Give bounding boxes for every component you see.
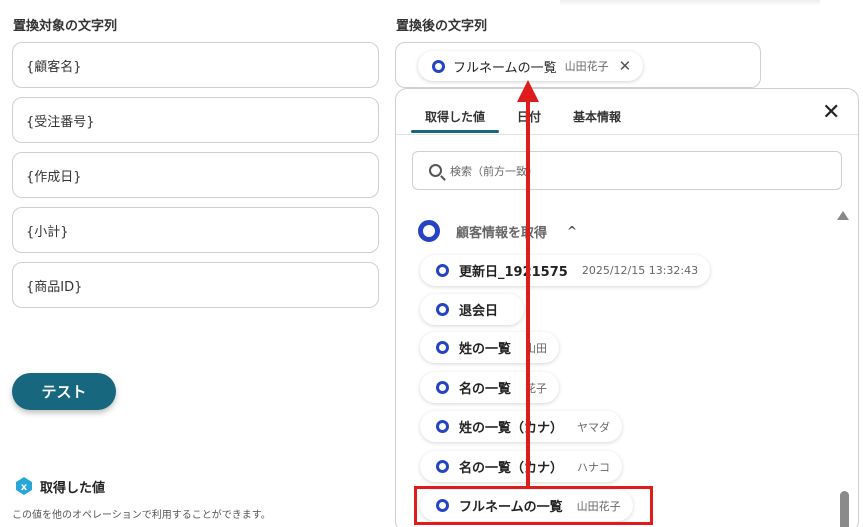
target-field-5[interactable]: {商品ID}: [12, 262, 379, 308]
replacement-field[interactable]: フルネームの一覧 山田花子 ✕: [395, 42, 761, 88]
search-input[interactable]: 検索（前方一致）: [412, 151, 842, 190]
annotation-arrow-shaft: [526, 96, 530, 488]
list-item[interactable]: 退会日: [420, 294, 525, 325]
selected-value-chip[interactable]: フルネームの一覧 山田花子 ✕: [418, 51, 644, 81]
value-picker-panel: 取得した値 日付 基本情報 ✕ 検索（前方一致） 顧客情報を取得 ^ 更新日_1…: [395, 88, 859, 527]
list-item[interactable]: 名の一覧（カナ） ハナコ: [420, 451, 623, 482]
value-ring-icon: [436, 460, 449, 473]
list-item[interactable]: 姓の一覧 山田: [420, 332, 560, 363]
item-value: 2025/12/15 13:32:43: [581, 264, 699, 277]
scrollbar-thumb[interactable]: [840, 491, 849, 527]
chevron-up-icon: ^: [567, 224, 578, 238]
item-label: 姓の一覧（カナ）: [459, 421, 564, 436]
target-field-2[interactable]: {受注番号}: [12, 97, 379, 143]
item-value: ハナコ: [577, 460, 611, 474]
value-ring-icon: [436, 303, 449, 316]
chip-remove-icon[interactable]: ✕: [619, 57, 632, 75]
group-title: 顧客情報を取得: [456, 225, 548, 241]
picker-tabs: 取得した値 日付 基本情報 ✕: [396, 89, 858, 135]
acquired-values-description: この値を他のオペレーションで利用することができます。: [12, 510, 271, 521]
app-group-icon: [418, 220, 440, 242]
test-button[interactable]: テスト: [12, 373, 116, 410]
value-ring-icon: [436, 420, 449, 433]
target-field-1[interactable]: {顧客名}: [12, 42, 379, 88]
group-customer-info[interactable]: 顧客情報を取得 ^: [418, 220, 577, 242]
svg-text:x: x: [21, 482, 28, 493]
item-label: 姓の一覧: [459, 342, 512, 357]
value-ring-icon: [436, 381, 449, 394]
close-icon[interactable]: ✕: [822, 102, 840, 124]
chip-label: フルネームの一覧: [453, 60, 557, 76]
tab-basic-info[interactable]: 基本情報: [573, 108, 621, 125]
target-field-3[interactable]: {作成日}: [12, 152, 379, 198]
target-field-4[interactable]: {小計}: [12, 207, 379, 253]
value-ring-icon: [432, 59, 445, 73]
value-ring-icon: [436, 264, 449, 277]
top-shadow: [560, 0, 820, 6]
acquired-values-title: 取得した値: [40, 480, 106, 496]
item-label: 退会日: [459, 304, 499, 319]
target-string-label: 置換対象の文字列: [13, 19, 118, 34]
tab-acquired-values[interactable]: 取得した値: [410, 108, 500, 133]
item-label: 名の一覧: [459, 382, 512, 397]
annotation-arrow-head: [517, 80, 539, 102]
replacement-string-label: 置換後の文字列: [396, 19, 488, 34]
list-item[interactable]: 名の一覧 花子: [420, 372, 560, 403]
acquired-values-icon: x: [16, 477, 32, 495]
item-label: 名の一覧（カナ）: [459, 461, 564, 476]
chip-value: 山田花子: [564, 60, 609, 73]
item-label: 更新日_1921575: [459, 265, 568, 280]
scroll-up-arrow[interactable]: [837, 211, 849, 220]
search-icon: [429, 164, 442, 177]
annotation-highlight-box: [414, 486, 653, 525]
item-value: ヤマダ: [577, 420, 611, 434]
list-item[interactable]: 姓の一覧（カナ） ヤマダ: [420, 411, 623, 442]
acquired-values-header: x 取得した値: [14, 476, 105, 496]
search-placeholder: 検索（前方一致）: [450, 164, 538, 178]
value-ring-icon: [436, 341, 449, 354]
list-item[interactable]: 更新日_1921575 2025/12/15 13:32:43: [420, 255, 711, 286]
